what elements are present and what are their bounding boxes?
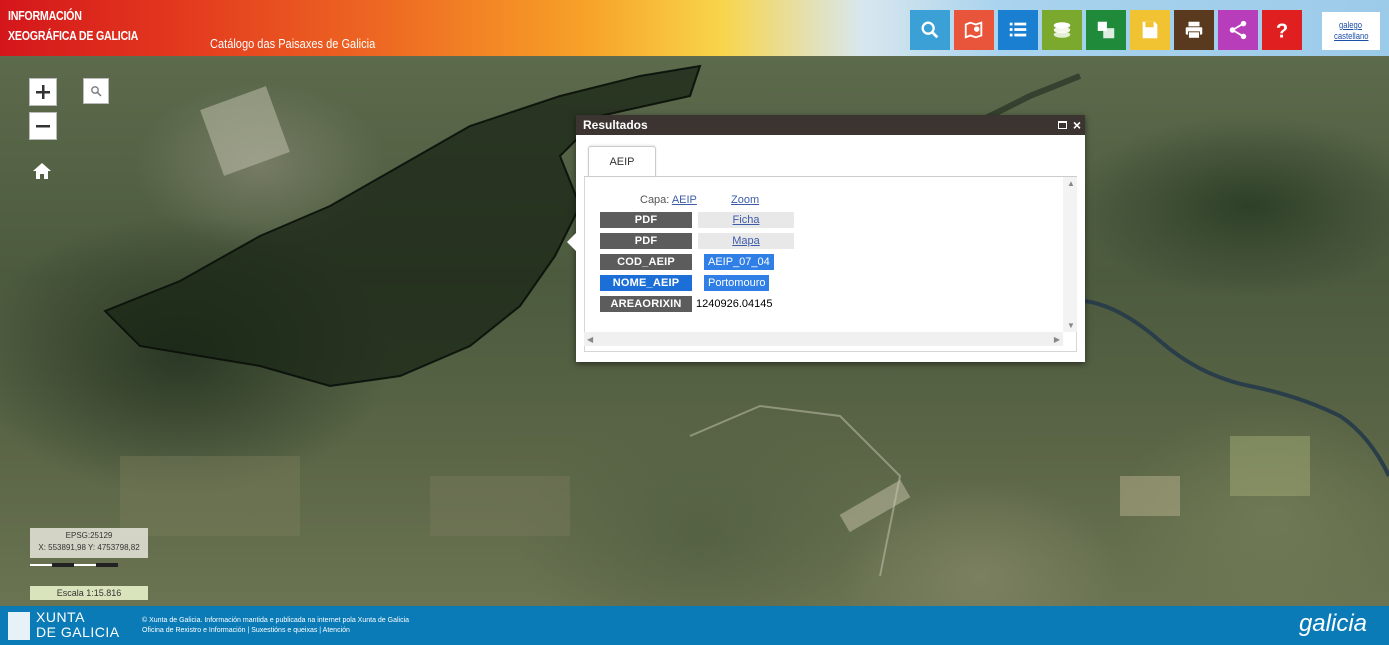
nome-aeip-value: Portomouro: [704, 275, 770, 291]
attribute-label: COD_AEIP: [600, 254, 692, 270]
map-search-button[interactable]: [954, 10, 994, 50]
map-search-icon: [964, 21, 983, 39]
results-popup: Resultados × AEIP ▲ ▼ ◀ ▶ Capa: AEIP Zoo…: [567, 115, 1085, 362]
layers-icon: [1053, 22, 1071, 38]
cod-aeip-value: AEIP_07_04: [704, 254, 774, 270]
vertical-scrollbar[interactable]: ▲ ▼: [1063, 177, 1077, 332]
scroll-right-icon[interactable]: ▶: [1054, 335, 1060, 344]
map-view[interactable]: EPSG:25129 X: 553891,98 Y: 4753798,82 Es…: [0, 56, 1389, 606]
lang-castellano-link[interactable]: castellano: [1334, 31, 1368, 42]
xunta-line-1: XUNTA: [36, 609, 85, 625]
layers-button[interactable]: [1042, 10, 1082, 50]
map-legend-button[interactable]: [1086, 10, 1126, 50]
brand-logo[interactable]: INFORMACIÓN XEOGRÁFICA DE GALICIA: [8, 8, 138, 44]
popup-title: Resultados: [583, 118, 648, 132]
map-legend-icon: [1097, 21, 1115, 39]
save-button[interactable]: [1130, 10, 1170, 50]
home-icon: [33, 163, 51, 179]
capa-label: Capa:: [640, 194, 670, 206]
lang-galego-link[interactable]: galego: [1340, 20, 1363, 31]
help-button[interactable]: ?: [1262, 10, 1302, 50]
catalog-title: Catálogo das Paisaxes de Galicia: [210, 36, 376, 51]
app-header: INFORMACIÓN XEOGRÁFICA DE GALICIA Catálo…: [0, 0, 1389, 56]
app-footer: XUNTA DE GALICIA © Xunta de Galicia. Inf…: [0, 606, 1389, 645]
coordinate-readout: EPSG:25129 X: 553891,98 Y: 4753798,82: [30, 528, 148, 558]
svg-text:?: ?: [1276, 20, 1288, 41]
search-icon: [91, 86, 102, 97]
maximize-icon[interactable]: [1057, 121, 1067, 129]
popup-pointer: [567, 233, 576, 251]
attribute-label: NOME_AEIP: [600, 275, 692, 291]
zoom-in-button[interactable]: [29, 78, 57, 106]
share-icon: [1229, 20, 1247, 40]
coordinate-values: X: 553891,98 Y: 4753798,82: [38, 543, 140, 552]
list-icon: [1009, 22, 1027, 37]
capa-link[interactable]: AEIP: [672, 194, 697, 206]
print-button[interactable]: [1174, 10, 1214, 50]
plus-icon: [36, 85, 50, 99]
scroll-up-icon[interactable]: ▲: [1067, 179, 1075, 188]
scroll-down-icon[interactable]: ▼: [1067, 321, 1075, 330]
brand-line-1: INFORMACIÓN: [8, 8, 82, 23]
language-selector: galego castellano: [1322, 12, 1380, 50]
attribute-label: AREAORIXIN: [600, 296, 692, 312]
scale-text: Escala 1:15.816: [30, 586, 148, 600]
mapa-link[interactable]: Mapa: [698, 233, 794, 249]
share-button[interactable]: [1218, 10, 1258, 50]
search-icon: [921, 21, 939, 39]
save-icon: [1142, 21, 1158, 39]
legal-text: © Xunta de Galicia. Información mantida …: [142, 616, 409, 636]
search-button[interactable]: [910, 10, 950, 50]
ficha-link[interactable]: Ficha: [698, 212, 794, 228]
scroll-left-icon[interactable]: ◀: [587, 335, 593, 344]
brand-line-2: XEOGRÁFICA DE GALICIA: [8, 28, 139, 43]
horizontal-scrollbar[interactable]: ◀ ▶: [584, 332, 1063, 346]
xunta-logo-icon: [8, 612, 30, 640]
print-icon: [1185, 21, 1203, 39]
galicia-brand[interactable]: galicia: [1299, 610, 1367, 638]
list-button[interactable]: [998, 10, 1038, 50]
layer-info: Capa: AEIP: [640, 194, 697, 206]
minus-icon: [36, 125, 50, 128]
zoom-out-button[interactable]: [29, 112, 57, 140]
map-search-button[interactable]: [83, 78, 109, 104]
scale-bar: [30, 563, 118, 567]
home-button[interactable]: [30, 159, 54, 183]
zoom-link[interactable]: Zoom: [731, 194, 759, 206]
xunta-line-2: DE GALICIA: [36, 624, 120, 640]
xunta-name: XUNTA DE GALICIA: [36, 610, 120, 640]
legal-line-2[interactable]: Oficina de Rexistro e Información | Suxe…: [142, 626, 409, 636]
legal-line-1: © Xunta de Galicia. Información mantida …: [142, 617, 410, 624]
attribute-label: PDF: [600, 233, 692, 249]
zoom-controls: [29, 78, 57, 140]
help-icon: ?: [1276, 20, 1288, 41]
area-value: 1240926.04145: [696, 298, 773, 310]
close-icon[interactable]: ×: [1073, 115, 1081, 135]
coordinate-projection: EPSG:25129: [65, 531, 113, 540]
toolbar: ?: [910, 10, 1302, 50]
tab-aeip[interactable]: AEIP: [588, 146, 656, 177]
attribute-label: PDF: [600, 212, 692, 228]
popup-titlebar: Resultados ×: [576, 115, 1085, 135]
